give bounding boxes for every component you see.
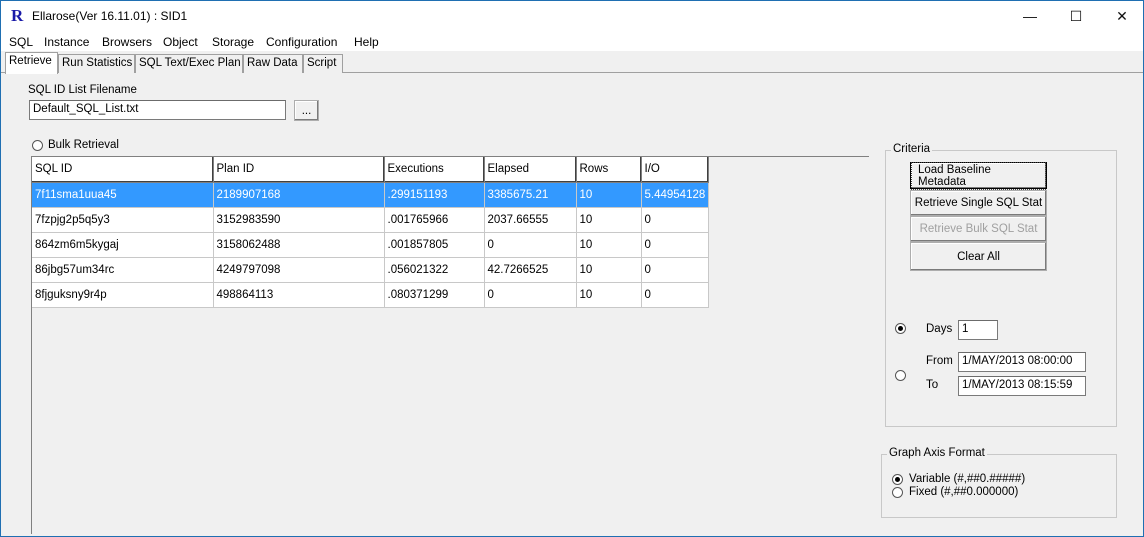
io-cell: 0 (641, 257, 710, 283)
plan-id-cell: 3158062488 (213, 232, 385, 258)
grid-header-row: SQL ID Plan ID Executions Elapsed Rows I… (32, 157, 710, 183)
axis-variable-label: Variable (#,##0.#####) (909, 473, 1026, 485)
plan-id-cell: 2189907168 (213, 182, 385, 208)
menu-instance[interactable]: Instance (44, 35, 89, 49)
sql-stat-table: SQL ID Plan ID Executions Elapsed Rows I… (32, 157, 710, 308)
elapsed-cell: 0 (484, 232, 577, 258)
column-header-rows[interactable]: Rows (576, 157, 642, 183)
app-window: R Ellarose(Ver 16.11.01) : SID1 — ☐ ✕ SQ… (0, 0, 1144, 537)
sql-id-cell: 86jbg57um34rc (32, 257, 214, 283)
rows-cell: 10 (576, 182, 642, 208)
plan-id-cell: 3152983590 (213, 207, 385, 233)
executions-cell: .056021322 (384, 257, 485, 283)
table-row[interactable]: 864zm6m5kygaj 3158062488.001857805 0 10 0 (32, 232, 710, 258)
tab-sql-text-exec-plan[interactable]: SQL Text/Exec Plan (135, 54, 243, 73)
criteria-title: Criteria (891, 143, 933, 155)
sql-id-list-input[interactable]: Default_SQL_List.txt (29, 100, 286, 120)
elapsed-cell: 0 (484, 282, 577, 308)
load-baseline-label: Load Baseline Metadata (911, 161, 1046, 190)
column-header-plan-id[interactable]: Plan ID (213, 157, 385, 183)
close-button[interactable]: ✕ (1099, 1, 1144, 31)
app-logo-icon: R (11, 6, 24, 25)
retrieve-single-button[interactable]: Retrieve Single SQL Stat (910, 190, 1047, 216)
rows-cell: 10 (576, 282, 642, 308)
axis-fixed-label: Fixed (#,##0.000000) (909, 486, 1019, 498)
plan-id-cell: 498864113 (213, 282, 385, 308)
sql-id-cell: 8fjguksny9r4p (32, 282, 214, 308)
axis-fixed-radio[interactable] (892, 487, 903, 498)
plan-id-cell: 4249797098 (213, 257, 385, 283)
column-header-elapsed[interactable]: Elapsed (484, 157, 577, 183)
table-row[interactable]: 8fjguksny9r4p 498864113.080371299 0 10 0 (32, 282, 710, 308)
io-cell: 0 (641, 232, 710, 258)
io-cell: 5.44954128 (641, 182, 710, 208)
tab-script[interactable]: Script (303, 54, 343, 73)
rows-cell: 10 (576, 232, 642, 258)
table-row[interactable]: 86jbg57um34rc 4249797098.056021322 42.7266… (32, 257, 710, 283)
to-input[interactable]: 1/MAY/2013 08:15:59 (958, 376, 1086, 396)
sql-stat-grid[interactable]: SQL ID Plan ID Executions Elapsed Rows I… (31, 156, 869, 534)
window-title: Ellarose(Ver 16.11.01) : SID1 (32, 9, 188, 23)
load-baseline-button[interactable]: Load Baseline Metadata (910, 161, 1047, 190)
rows-cell: 10 (576, 257, 642, 283)
column-header-io[interactable]: I/O (641, 157, 710, 183)
browse-button[interactable]: ... (294, 100, 319, 121)
close-icon: ✕ (1116, 7, 1128, 24)
tab-strip: Retrieve Run Statistics SQL Text/Exec Pl… (1, 51, 1143, 74)
menu-browsers[interactable]: Browsers (102, 35, 152, 49)
rows-cell: 10 (576, 207, 642, 233)
table-row[interactable]: 7f11sma1uua45 2189907168.299151193 3385675… (32, 182, 710, 208)
tab-retrieve[interactable]: Retrieve (5, 52, 58, 74)
from-label: From (926, 355, 953, 367)
bulk-retrieval-label: Bulk Retrieval (48, 139, 119, 151)
menu-bar: SQL Instance Browsers Object Storage Con… (1, 31, 1143, 51)
from-input[interactable]: 1/MAY/2013 08:00:00 (958, 352, 1086, 372)
elapsed-cell: 2037.66555 (484, 207, 577, 233)
menu-storage[interactable]: Storage (212, 35, 254, 49)
date-range-radio[interactable] (895, 370, 906, 381)
maximize-button[interactable]: ☐ (1053, 1, 1099, 31)
days-input[interactable]: 1 (958, 320, 998, 340)
sql-id-cell: 864zm6m5kygaj (32, 232, 214, 258)
menu-configuration[interactable]: Configuration (266, 35, 337, 49)
minimize-button[interactable]: — (1007, 1, 1053, 31)
executions-cell: .080371299 (384, 282, 485, 308)
minimize-icon: — (1023, 8, 1037, 24)
menu-sql[interactable]: SQL (9, 35, 33, 49)
days-radio[interactable] (895, 323, 906, 334)
to-label: To (926, 379, 939, 391)
retrieve-bulk-button[interactable]: Retrieve Bulk SQL Stat (910, 216, 1047, 242)
sql-id-list-label: SQL ID List Filename (28, 84, 137, 96)
axis-variable-radio[interactable] (892, 474, 903, 485)
sql-id-cell: 7fzpjg2p5q5y3 (32, 207, 214, 233)
clear-all-button[interactable]: Clear All (910, 242, 1047, 271)
elapsed-cell: 3385675.21 (484, 182, 577, 208)
column-header-sql-id[interactable]: SQL ID (32, 157, 214, 183)
tab-run-statistics[interactable]: Run Statistics (58, 54, 135, 73)
executions-cell: .001765966 (384, 207, 485, 233)
executions-cell: .299151193 (384, 182, 485, 208)
elapsed-cell: 42.7266525 (484, 257, 577, 283)
column-header-executions[interactable]: Executions (384, 157, 485, 183)
io-cell: 0 (641, 207, 710, 233)
table-row[interactable]: 7fzpjg2p5q5y3 3152983590.001765966 2037.66… (32, 207, 710, 233)
sql-id-cell: 7f11sma1uua45 (32, 182, 214, 208)
days-label: Days (926, 323, 953, 335)
tab-raw-data[interactable]: Raw Data (243, 54, 303, 73)
maximize-icon: ☐ (1069, 7, 1083, 24)
bulk-retrieval-radio[interactable] (32, 140, 43, 151)
io-cell: 0 (641, 282, 710, 308)
graph-axis-format-title: Graph Axis Format (887, 447, 987, 459)
executions-cell: .001857805 (384, 232, 485, 258)
menu-object[interactable]: Object (163, 35, 198, 49)
title-bar: R Ellarose(Ver 16.11.01) : SID1 — ☐ ✕ (1, 1, 1143, 31)
menu-help[interactable]: Help (354, 35, 379, 49)
